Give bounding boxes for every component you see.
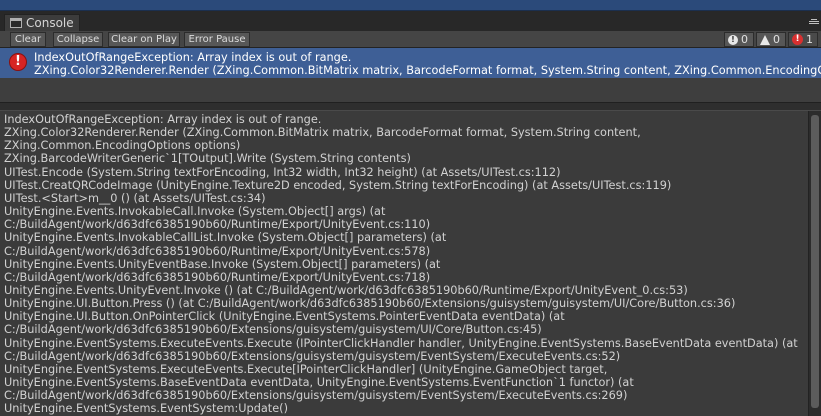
collapse-button[interactable]: Collapse [53, 32, 103, 47]
info-count: 0 [741, 33, 748, 46]
stack-trace-line: ZXing.BarcodeWriterGeneric`1[TOutput].Wr… [4, 152, 411, 166]
stack-trace-line: ZXing.Color32Renderer.Render (ZXing.Comm… [4, 126, 641, 140]
tab-menu-icon[interactable] [809, 15, 819, 27]
stack-trace-line: UnityEngine.EventSystems.ExecuteEvents.E… [4, 362, 608, 376]
scroll-thumb[interactable] [811, 115, 819, 408]
stack-trace-line: UITest.<Start>m__0 () (at Assets/UITest.… [4, 191, 266, 205]
stack-trace-line: UnityEngine.Events.UnityEventBase.Invoke… [4, 257, 441, 271]
stack-trace-line: UITest.Encode (System.String textForEnco… [4, 165, 561, 179]
stack-trace-line: C:/BuildAgent/work/d63dfc6385190b60/Exte… [4, 323, 542, 337]
stack-trace-line: C:/BuildAgent/work/d63dfc6385190b60/Runt… [4, 244, 431, 258]
log-list: ! IndexOutOfRangeException: Array index … [0, 48, 821, 102]
error-pause-button[interactable]: Error Pause [184, 32, 250, 47]
info-icon: ! [728, 34, 738, 45]
stack-trace-line: UnityEngine.EventSystems.EventSystem:Upd… [4, 402, 288, 416]
console-icon [10, 18, 22, 28]
stack-trace-line: UnityEngine.Events.InvokableCallList.Inv… [4, 231, 447, 245]
error-count-toggle[interactable]: ! 1 [788, 32, 818, 47]
tab-title: Console [26, 16, 74, 30]
editor-top-strip [0, 0, 821, 11]
stack-trace-panel: IndexOutOfRangeException: Array index is… [0, 111, 808, 416]
stack-trace-line: UITest.CreatQRCodeImage (UnityEngine.Tex… [4, 178, 672, 192]
stack-trace-line: IndexOutOfRangeException: Array index is… [4, 113, 322, 126]
stack-trace-line: C:/BuildAgent/work/d63dfc6385190b60/Exte… [4, 389, 628, 403]
console-toolbar: Clear Collapse Clear on Play Error Pause… [0, 31, 821, 48]
error-count: 1 [806, 33, 813, 46]
clear-button[interactable]: Clear [10, 32, 46, 47]
clear-on-play-button[interactable]: Clear on Play [108, 32, 180, 47]
error-icon: ! [792, 34, 803, 45]
stack-trace-scrollbar[interactable] [808, 111, 821, 416]
stack-trace-line: UnityEngine.Events.InvokableCall.Invoke … [4, 205, 386, 219]
stack-trace-line: C:/BuildAgent/work/d63dfc6385190b60/Exte… [4, 349, 621, 363]
stack-trace-line: ZXing.Common.EncodingOptions options) [4, 139, 241, 153]
stack-trace-line: C:/BuildAgent/work/d63dfc6385190b60/Runt… [4, 218, 431, 232]
log-entry-message: IndexOutOfRangeException: Array index is… [34, 51, 352, 64]
error-icon: ! [9, 53, 27, 71]
console-window: Console Clear Collapse Clear on Play Err… [0, 0, 821, 416]
panel-splitter[interactable] [0, 102, 821, 111]
warning-icon [760, 34, 770, 45]
stack-trace-line: UnityEngine.UI.Button.OnPointerClick (Un… [4, 310, 565, 324]
stack-trace-line: UnityEngine.EventSystems.BaseEventData e… [4, 376, 634, 389]
log-entry-selected[interactable]: ! IndexOutOfRangeException: Array index … [0, 48, 821, 78]
stack-trace-line: C:/BuildAgent/work/d63dfc6385190b60/Runt… [4, 270, 431, 284]
warning-count: 0 [773, 33, 780, 46]
info-count-toggle[interactable]: ! 0 [724, 32, 754, 47]
stack-trace-line: UnityEngine.UI.Button.Press () (at C:/Bu… [4, 297, 736, 311]
tab-console[interactable]: Console [4, 14, 80, 31]
stack-trace-line: UnityEngine.Events.UnityEvent.Invoke () … [4, 283, 688, 297]
warning-count-toggle[interactable]: 0 [756, 32, 786, 47]
stack-trace-line: UnityEngine.EventSystems.ExecuteEvents.E… [4, 336, 798, 350]
tab-bar: Console [0, 11, 821, 31]
log-entry-location: ZXing.Color32Renderer.Render (ZXing.Comm… [34, 64, 821, 77]
